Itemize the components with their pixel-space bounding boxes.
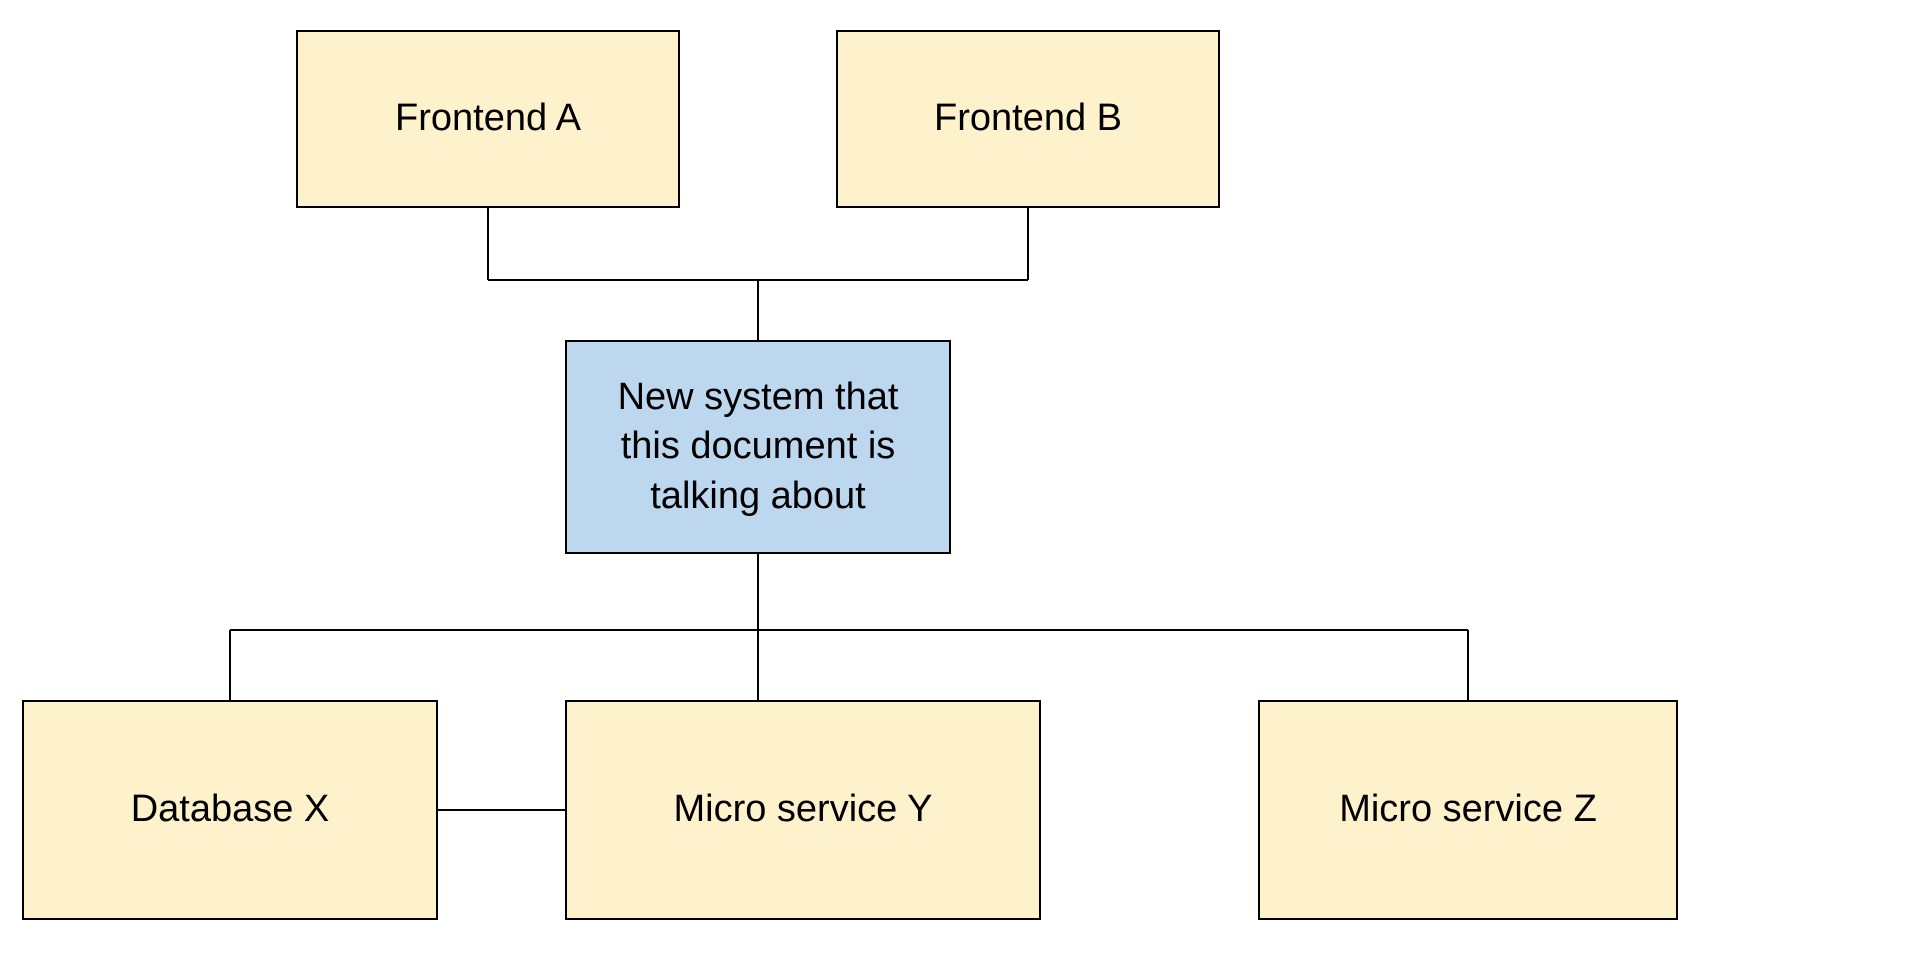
node-label: Frontend B [934,94,1122,143]
node-label: Micro service Z [1339,785,1597,834]
node-frontend-b: Frontend B [836,30,1220,208]
node-label: New system that this document is talking… [587,373,929,521]
node-label: Frontend A [395,94,581,143]
node-microservice-y: Micro service Y [565,700,1041,920]
node-label: Micro service Y [673,785,932,834]
architecture-diagram: Frontend A Frontend B New system that th… [0,0,1920,976]
node-label: Database X [131,785,330,834]
node-database-x: Database X [22,700,438,920]
node-microservice-z: Micro service Z [1258,700,1678,920]
node-frontend-a: Frontend A [296,30,680,208]
node-new-system: New system that this document is talking… [565,340,951,554]
